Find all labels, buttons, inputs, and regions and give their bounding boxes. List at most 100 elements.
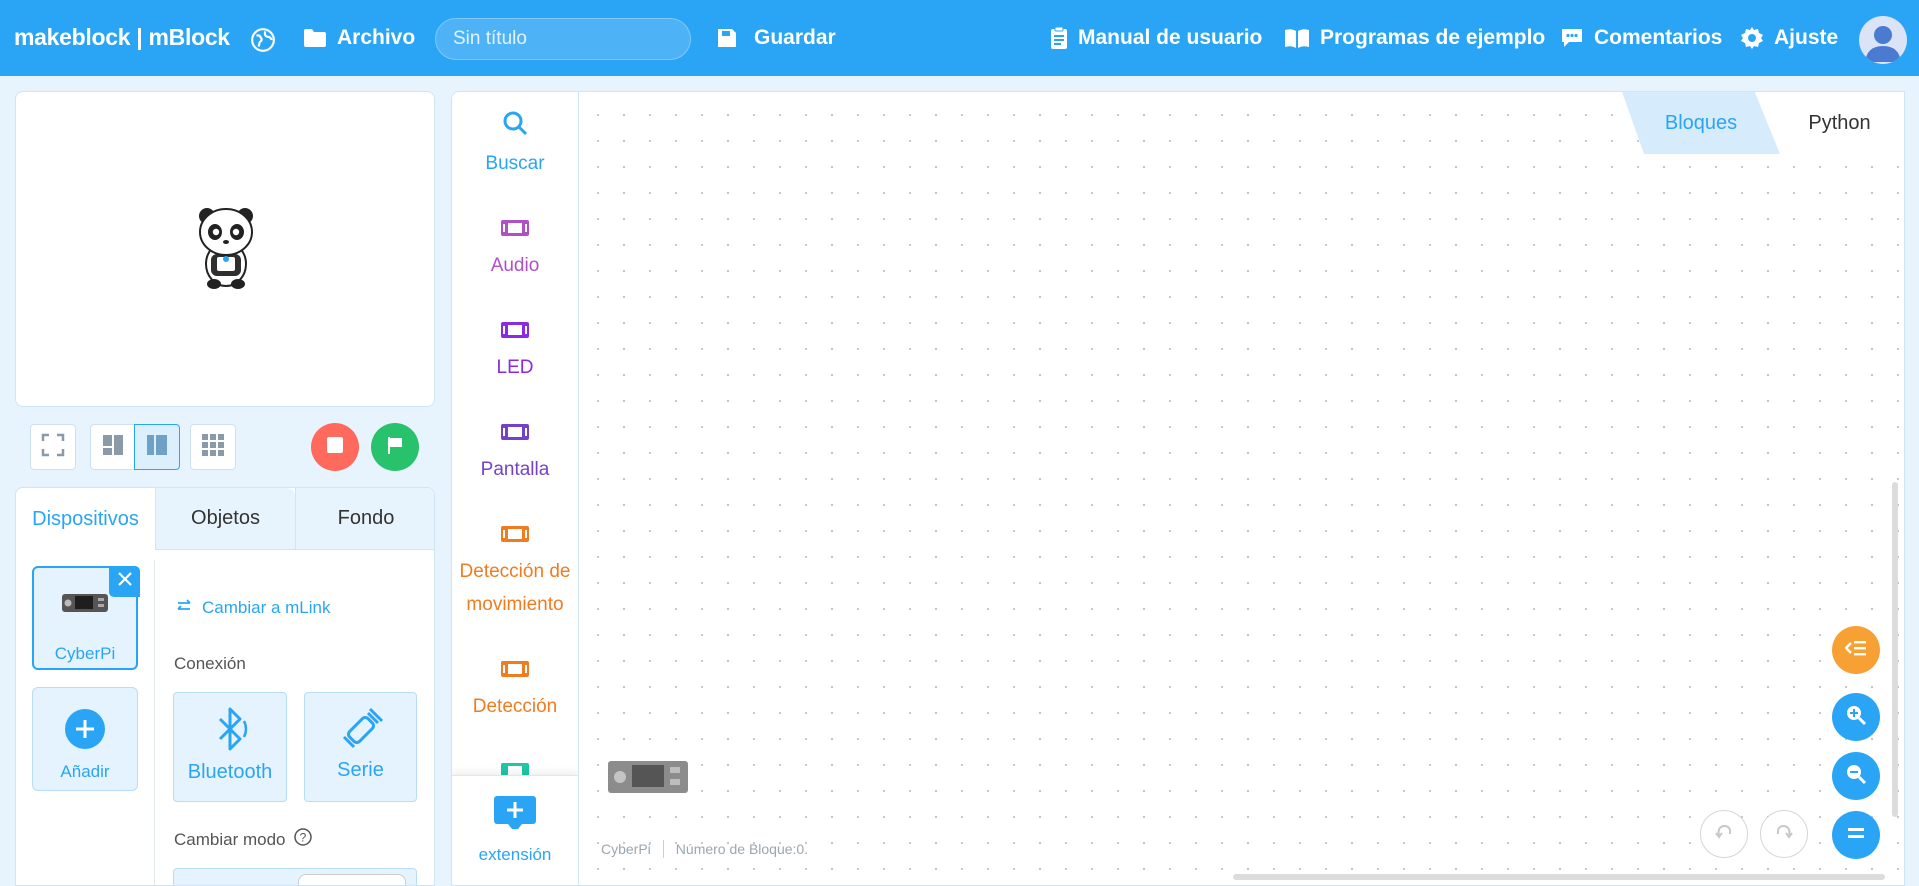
redo-icon xyxy=(1774,822,1794,847)
status-divider xyxy=(662,840,664,858)
fullscreen-icon xyxy=(41,433,65,462)
file-menu-label: Archivo xyxy=(337,26,416,49)
horizontal-scrollbar[interactable] xyxy=(1233,874,1885,880)
status-block-count: Número de Bloque:0. xyxy=(675,841,809,857)
device-name: CyberPi xyxy=(54,644,116,663)
reset-zoom-button[interactable] xyxy=(1832,811,1880,859)
feedback-button[interactable]: Comentarios xyxy=(1560,26,1722,50)
grid-icon xyxy=(201,433,225,462)
fullscreen-button[interactable] xyxy=(30,424,76,470)
clipboard-icon xyxy=(1050,26,1068,50)
settings-label: Ajuste xyxy=(1774,26,1839,49)
book-icon xyxy=(1284,27,1310,49)
device-panel: Dispositivos Objetos Fondo CyberPi Añadi… xyxy=(15,487,435,886)
vertical-scrollbar[interactable] xyxy=(1892,482,1898,817)
category-sensing[interactable]: Detección xyxy=(452,657,578,723)
save-button[interactable]: Guardar xyxy=(716,26,836,50)
category-search[interactable]: Buscar xyxy=(452,110,578,180)
normal-stage-icon xyxy=(146,434,168,461)
undo-button[interactable] xyxy=(1700,810,1748,858)
column-divider xyxy=(154,560,155,885)
serial-label: Serie xyxy=(337,759,384,781)
redo-button[interactable] xyxy=(1760,810,1808,858)
search-icon xyxy=(502,110,528,147)
board-icon xyxy=(500,420,530,453)
cyberpi-device-icon xyxy=(62,592,108,619)
help-icon[interactable]: ? xyxy=(293,828,312,851)
connection-heading: Conexión xyxy=(174,654,246,673)
board-icon xyxy=(500,318,530,351)
user-manual-label: Manual de usuario xyxy=(1078,26,1263,49)
board-icon xyxy=(500,657,530,690)
board-icon xyxy=(500,216,530,249)
bluetooth-label: Bluetooth xyxy=(187,761,273,783)
category-led[interactable]: LED xyxy=(452,318,578,384)
language-globe-icon[interactable] xyxy=(250,27,276,58)
file-menu[interactable]: Archivo xyxy=(303,26,415,50)
category-motion-sensing[interactable]: Detección de movimiento xyxy=(452,522,578,621)
gear-icon xyxy=(1740,26,1764,50)
category-display[interactable]: Pantalla xyxy=(452,420,578,486)
chat-bubble-icon xyxy=(1560,27,1584,49)
add-device-label: Añadir xyxy=(60,762,110,781)
close-icon xyxy=(117,572,132,591)
mode-switch-knob xyxy=(298,874,406,885)
app-logo: makeblock | mBlock xyxy=(14,24,230,50)
undo-icon xyxy=(1714,822,1734,847)
example-programs-label: Programas de ejemplo xyxy=(1320,26,1546,49)
grid-view-button[interactable] xyxy=(190,424,236,470)
serial-connect-button[interactable]: Serie xyxy=(304,692,417,802)
category-led-label: LED xyxy=(496,357,534,378)
collapse-palette-button[interactable] xyxy=(1832,626,1880,674)
project-title-input[interactable] xyxy=(435,18,691,60)
zoom-out-icon xyxy=(1845,763,1867,790)
stop-icon xyxy=(327,436,343,458)
board-icon xyxy=(500,522,530,555)
normal-stage-button[interactable] xyxy=(134,424,180,470)
panda-sprite-icon[interactable] xyxy=(191,202,261,297)
zoom-in-icon xyxy=(1845,704,1867,731)
category-sensing-label: Detección xyxy=(472,696,558,717)
script-canvas[interactable]: Python Bloques CyberPi Número de Bloque:… xyxy=(579,91,1905,886)
zoom-in-button[interactable] xyxy=(1832,693,1880,741)
svg-text:?: ? xyxy=(299,831,306,845)
equals-icon xyxy=(1848,826,1864,844)
status-device-name: CyberPi xyxy=(601,841,651,857)
bluetooth-connect-button[interactable]: Bluetooth xyxy=(173,692,287,802)
category-audio[interactable]: Audio xyxy=(452,216,578,282)
swap-arrows-icon xyxy=(176,598,192,618)
cyberpi-thumbnail-icon xyxy=(608,759,688,800)
block-category-bar: Buscar Audio LED Pantalla Detección de m… xyxy=(451,91,579,886)
switch-mlink-link[interactable]: Cambiar a mLink xyxy=(176,598,331,618)
top-bar: makeblock | mBlock Archivo Guardar Manua… xyxy=(0,0,1919,76)
tab-blocks[interactable]: Bloques xyxy=(1622,92,1780,154)
user-avatar[interactable] xyxy=(1859,16,1907,64)
usb-cable-icon xyxy=(338,707,384,759)
small-stage-button[interactable] xyxy=(90,424,136,470)
tab-devices[interactable]: Dispositivos xyxy=(16,488,155,550)
add-device-button[interactable]: Añadir xyxy=(32,687,138,791)
change-mode-row: Cambiar modo ? xyxy=(174,828,312,851)
example-programs-button[interactable]: Programas de ejemplo xyxy=(1284,26,1545,50)
canvas-status-bar: CyberPi Número de Bloque:0. xyxy=(601,840,808,858)
save-icon xyxy=(716,27,738,49)
change-mode-label: Cambiar modo xyxy=(174,829,286,849)
user-manual-button[interactable]: Manual de usuario xyxy=(1050,26,1262,50)
tab-backdrops[interactable]: Fondo xyxy=(295,488,434,550)
collapse-list-icon xyxy=(1844,639,1867,662)
category-search-label: Buscar xyxy=(485,153,545,174)
mode-switch-toggle[interactable] xyxy=(173,868,417,885)
stage-canvas[interactable] xyxy=(15,91,435,407)
feedback-label: Comentarios xyxy=(1594,26,1723,49)
stop-button[interactable] xyxy=(311,423,359,471)
extension-label: extensión xyxy=(478,845,552,864)
settings-button[interactable]: Ajuste xyxy=(1740,26,1838,50)
zoom-out-button[interactable] xyxy=(1832,752,1880,800)
green-flag-button[interactable] xyxy=(371,423,419,471)
add-extension-button[interactable]: extensión xyxy=(452,776,578,885)
switch-mlink-label: Cambiar a mLink xyxy=(202,598,331,617)
remove-device-button[interactable] xyxy=(109,566,140,597)
add-circle-icon xyxy=(64,708,106,755)
tab-sprites[interactable]: Objetos xyxy=(155,488,295,550)
category-audio-label: Audio xyxy=(490,255,540,276)
